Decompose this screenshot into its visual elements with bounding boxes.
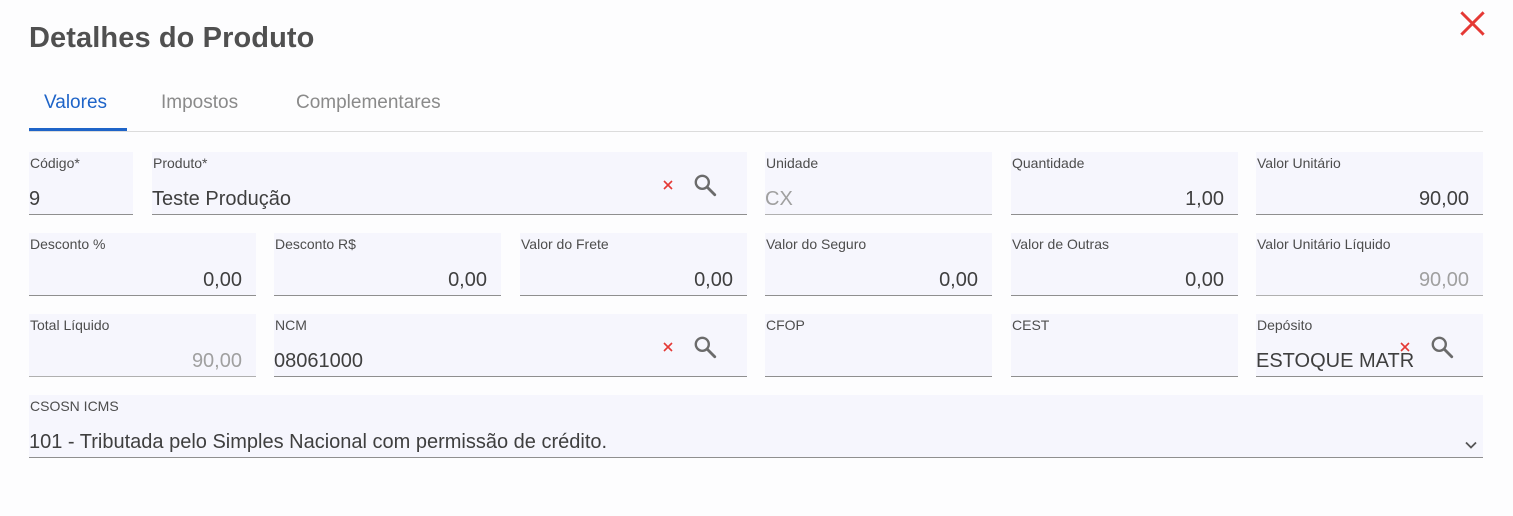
valor-unitario-label: Valor Unitário: [1257, 155, 1341, 171]
ncm-clear-icon[interactable]: [662, 341, 674, 353]
valor-unitario-liquido-label: Valor Unitário Líquido: [1257, 236, 1391, 252]
unidade-field: Unidade: [765, 152, 992, 215]
produto-label: Produto*: [153, 155, 208, 171]
tab-impostos[interactable]: Impostos: [161, 92, 238, 114]
unidade-label: Unidade: [766, 155, 819, 171]
produto-input[interactable]: [152, 184, 642, 214]
valor-frete-label: Valor do Frete: [521, 236, 609, 252]
valor-seguro-label: Valor do Seguro: [766, 236, 867, 252]
valor-frete-input[interactable]: [520, 265, 747, 295]
tab-valores[interactable]: Valores: [44, 92, 107, 114]
desconto-pct-input[interactable]: [29, 265, 256, 295]
valor-unitario-liquido-field: Valor Unitário Líquido: [1256, 233, 1483, 296]
total-liquido-field: Total Líquido: [29, 314, 256, 377]
cest-label: CEST: [1012, 317, 1050, 333]
chevron-down-icon[interactable]: [1463, 437, 1479, 453]
cfop-input[interactable]: [765, 346, 992, 376]
deposito-input[interactable]: [1256, 346, 1414, 376]
tab-bar: Valores Impostos Complementares: [29, 80, 1483, 132]
csosn-icms-select[interactable]: CSOSN ICMS 101 - Tributada pelo Simples …: [29, 395, 1483, 458]
csosn-icms-label: CSOSN ICMS: [30, 398, 119, 414]
cfop-label: CFOP: [766, 317, 805, 333]
close-icon[interactable]: [1459, 10, 1486, 37]
tab-complementares[interactable]: Complementares: [296, 92, 441, 114]
csosn-icms-value: 101 - Tributada pelo Simples Nacional co…: [29, 431, 608, 453]
produto-field: Produto*: [152, 152, 747, 215]
quantidade-label: Quantidade: [1012, 155, 1085, 171]
valor-frete-field: Valor do Frete: [520, 233, 747, 296]
valor-unitario-field: Valor Unitário: [1256, 152, 1483, 215]
valor-seguro-field: Valor do Seguro: [765, 233, 992, 296]
ncm-field: NCM: [274, 314, 747, 377]
dialog-title: Detalhes do Produto: [29, 22, 315, 54]
total-liquido-label: Total Líquido: [30, 317, 110, 333]
ncm-search-icon[interactable]: [692, 334, 718, 360]
valor-outras-label: Valor de Outras: [1012, 236, 1110, 252]
cfop-field: CFOP: [765, 314, 992, 377]
ncm-label: NCM: [275, 317, 307, 333]
quantidade-input[interactable]: [1011, 184, 1238, 214]
deposito-clear-icon[interactable]: [1399, 341, 1411, 353]
valor-seguro-input[interactable]: [765, 265, 992, 295]
cest-input[interactable]: [1011, 346, 1238, 376]
valor-outras-field: Valor de Outras: [1011, 233, 1238, 296]
codigo-input[interactable]: [29, 184, 133, 214]
deposito-field: Depósito: [1256, 314, 1483, 377]
codigo-field: Código*: [29, 152, 133, 215]
valor-unitario-liquido-input[interactable]: [1256, 265, 1483, 295]
deposito-label: Depósito: [1257, 317, 1313, 333]
desconto-pct-field: Desconto %: [29, 233, 256, 296]
desconto-rs-field: Desconto R$: [274, 233, 501, 296]
desconto-pct-label: Desconto %: [30, 236, 106, 252]
valor-outras-input[interactable]: [1011, 265, 1238, 295]
ncm-input[interactable]: [274, 346, 644, 376]
produto-search-icon[interactable]: [692, 172, 718, 198]
quantidade-field: Quantidade: [1011, 152, 1238, 215]
total-liquido-input[interactable]: [29, 346, 256, 376]
desconto-rs-label: Desconto R$: [275, 236, 356, 252]
produto-clear-icon[interactable]: [662, 179, 674, 191]
valor-unitario-input[interactable]: [1256, 184, 1483, 214]
unidade-input[interactable]: [765, 184, 992, 214]
deposito-search-icon[interactable]: [1429, 334, 1455, 360]
active-tab-indicator: [29, 128, 127, 131]
desconto-rs-input[interactable]: [274, 265, 501, 295]
codigo-label: Código*: [30, 155, 80, 171]
cest-field: CEST: [1011, 314, 1238, 377]
